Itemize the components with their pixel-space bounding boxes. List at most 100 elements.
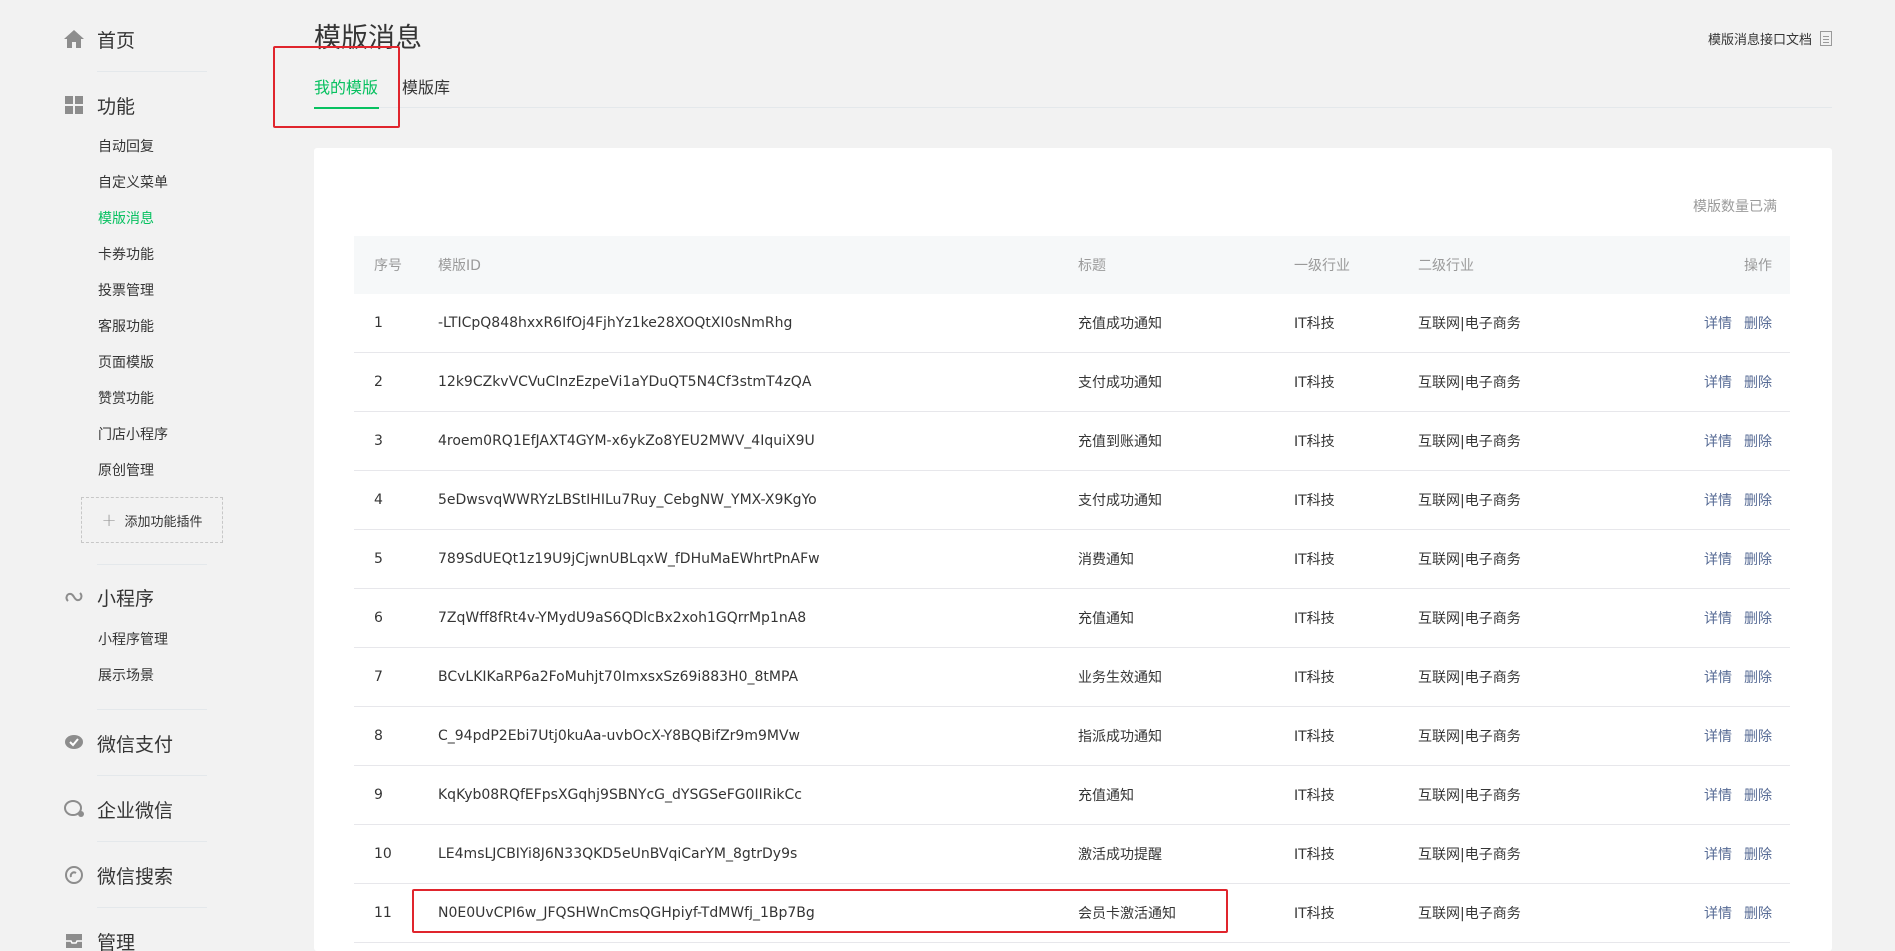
cell-industry-1: IT科技: [1294, 552, 1335, 568]
divider: [97, 709, 207, 710]
table-row: 3 4roem0RQ1EfJAXT4GYM-x6ykZo8YEU2MWV_4Iqu…: [354, 412, 1790, 471]
delete-link[interactable]: 删除: [1744, 316, 1772, 332]
detail-link[interactable]: 详情: [1704, 375, 1732, 391]
detail-link[interactable]: 详情: [1704, 316, 1732, 332]
table-row: 5 789SdUEQt1z19U9jCjwnUBLqxW_fDHuMaEWhrtP…: [354, 530, 1790, 589]
wechat-pay-icon: [63, 732, 85, 754]
nav-mini-program[interactable]: 小程序: [63, 582, 154, 612]
delete-link[interactable]: 删除: [1744, 729, 1772, 745]
table-row: 10 LE4msLJCBIYi8J6N33QKD5eUnBVqiCarYM_8gt…: [354, 825, 1790, 884]
cell-template-id: 789SdUEQt1z19U9jCjwnUBLqxW_fDHuMaEWhrtPn…: [438, 551, 820, 567]
sidebar-item-page-template[interactable]: 页面模版: [98, 353, 154, 373]
delete-link[interactable]: 删除: [1744, 788, 1772, 804]
detail-link[interactable]: 详情: [1704, 611, 1732, 627]
cell-industry-1: IT科技: [1294, 906, 1335, 922]
cell-actions: 详情 删除: [1648, 549, 1790, 569]
sidebar-item-custom-menu[interactable]: 自定义菜单: [98, 173, 168, 193]
divider: [97, 907, 207, 908]
add-plugin-button[interactable]: + 添加功能插件: [81, 497, 223, 543]
delete-link[interactable]: 删除: [1744, 611, 1772, 627]
detail-link[interactable]: 详情: [1704, 552, 1732, 568]
delete-link[interactable]: 删除: [1744, 434, 1772, 450]
detail-link[interactable]: 详情: [1704, 847, 1732, 863]
divider: [97, 71, 207, 72]
nav-home[interactable]: 首页: [63, 24, 135, 54]
detail-link[interactable]: 详情: [1704, 670, 1732, 686]
nav-wechat-pay-label: 微信支付: [97, 733, 174, 756]
cell-title: 充值通知: [1078, 788, 1134, 804]
cell-title: 指派成功通知: [1078, 729, 1162, 745]
sidebar-item-mini-program-manage[interactable]: 小程序管理: [98, 630, 168, 650]
sidebar-item-cards[interactable]: 卡券功能: [98, 245, 154, 265]
sidebar-item-template-message[interactable]: 模版消息: [98, 209, 154, 229]
tab-template-library[interactable]: 模版库: [402, 74, 450, 108]
cell-industry-2: 互联网|电子商务: [1418, 611, 1521, 627]
cell-title: 消费通知: [1078, 552, 1134, 568]
cell-industry-1: IT科技: [1294, 434, 1335, 450]
cell-title: 支付成功通知: [1078, 493, 1162, 509]
nav-work-wechat[interactable]: 企业微信: [63, 794, 173, 824]
tab-bar: 我的模版 模版库: [314, 74, 1832, 109]
divider: [97, 775, 207, 776]
table-body: 1 -LTICpQ848hxxR6IfOj4FjhYz1ke28XOQtXI0sN…: [354, 294, 1790, 943]
detail-link[interactable]: 详情: [1704, 729, 1732, 745]
delete-link[interactable]: 删除: [1744, 847, 1772, 863]
sidebar-item-original[interactable]: 原创管理: [98, 461, 154, 481]
cell-actions: 详情 删除: [1648, 313, 1790, 333]
cell-title: 会员卡激活通知: [1078, 906, 1176, 922]
sidebar-item-display-scene[interactable]: 展示场景: [98, 666, 154, 686]
delete-link[interactable]: 删除: [1744, 670, 1772, 686]
cell-industry-1: IT科技: [1294, 316, 1335, 332]
quota-status: 模版数量已满: [1693, 199, 1777, 215]
table-header: 序号 模版ID 标题 一级行业 二级行业 操作: [354, 236, 1790, 294]
cell-industry-1: IT科技: [1294, 375, 1335, 391]
cell-industry-2: 互联网|电子商务: [1418, 847, 1521, 863]
sidebar-item-store-mini-program[interactable]: 门店小程序: [98, 425, 168, 445]
sidebar-item-customer-service[interactable]: 客服功能: [98, 317, 154, 337]
nav-work-wechat-label: 企业微信: [97, 799, 174, 822]
cell-template-id: KqKyb08RQfEFpsXGqhj9SBNYcG_dYSGSeFG0IIRi…: [438, 787, 802, 803]
cell-actions: 详情 删除: [1648, 785, 1790, 805]
nav-features-label: 功能: [97, 95, 136, 118]
cell-title: 充值成功通知: [1078, 316, 1162, 332]
cell-title: 业务生效通知: [1078, 670, 1162, 686]
col-actions: 操作: [1744, 258, 1772, 274]
template-panel: 模版数量已满 序号 模版ID 标题 一级行业 二级行业 操作 1 -LTICpQ8…: [314, 148, 1832, 951]
cell-actions: 详情 删除: [1648, 903, 1790, 923]
nav-manage-label: 管理: [97, 931, 136, 951]
sidebar-item-voting[interactable]: 投票管理: [98, 281, 154, 301]
cell-actions: 详情 删除: [1648, 372, 1790, 392]
api-doc-link[interactable]: 模版消息接口文档: [1708, 29, 1832, 48]
detail-link[interactable]: 详情: [1704, 788, 1732, 804]
sidebar-item-auto-reply[interactable]: 自动回复: [98, 137, 154, 157]
sidebar-item-reward[interactable]: 赞赏功能: [98, 389, 154, 409]
detail-link[interactable]: 详情: [1704, 434, 1732, 450]
tab-my-templates[interactable]: 我的模版: [314, 74, 379, 109]
nav-features[interactable]: 功能: [63, 90, 135, 120]
cell-template-id: 5eDwsvqWWRYzLBStIHILu7Ruy_CebgNW_YMX-X9K…: [438, 492, 817, 508]
cell-index: 11: [374, 905, 392, 921]
detail-link[interactable]: 详情: [1704, 493, 1732, 509]
nav-wechat-pay[interactable]: 微信支付: [63, 728, 173, 758]
sidebar: 首页 功能 自动回复 自定义菜单 模版消息 卡券功能 投票管理 客服功能 页面模…: [0, 0, 260, 951]
delete-link[interactable]: 删除: [1744, 375, 1772, 391]
cell-template-id: 12k9CZkvVCVuCInzEzpeVi1aYDuQT5N4Cf3stmT4…: [438, 374, 812, 390]
cell-industry-1: IT科技: [1294, 611, 1335, 627]
cell-industry-1: IT科技: [1294, 729, 1335, 745]
delete-link[interactable]: 删除: [1744, 493, 1772, 509]
delete-link[interactable]: 删除: [1744, 906, 1772, 922]
col-template-id: 模版ID: [438, 258, 481, 274]
detail-link[interactable]: 详情: [1704, 906, 1732, 922]
divider: [97, 564, 207, 565]
col-title: 标题: [1078, 258, 1106, 274]
nav-manage[interactable]: 管理: [63, 926, 135, 951]
template-table: 序号 模版ID 标题 一级行业 二级行业 操作 1 -LTICpQ848hxxR6…: [354, 236, 1790, 943]
col-industry-1: 一级行业: [1294, 258, 1350, 274]
delete-link[interactable]: 删除: [1744, 552, 1772, 568]
nav-mini-program-label: 小程序: [97, 587, 155, 610]
cell-industry-1: IT科技: [1294, 788, 1335, 804]
cell-title: 支付成功通知: [1078, 375, 1162, 391]
cell-index: 10: [374, 846, 392, 862]
cell-index: 5: [374, 551, 383, 567]
nav-wechat-search[interactable]: 微信搜索: [63, 860, 173, 890]
